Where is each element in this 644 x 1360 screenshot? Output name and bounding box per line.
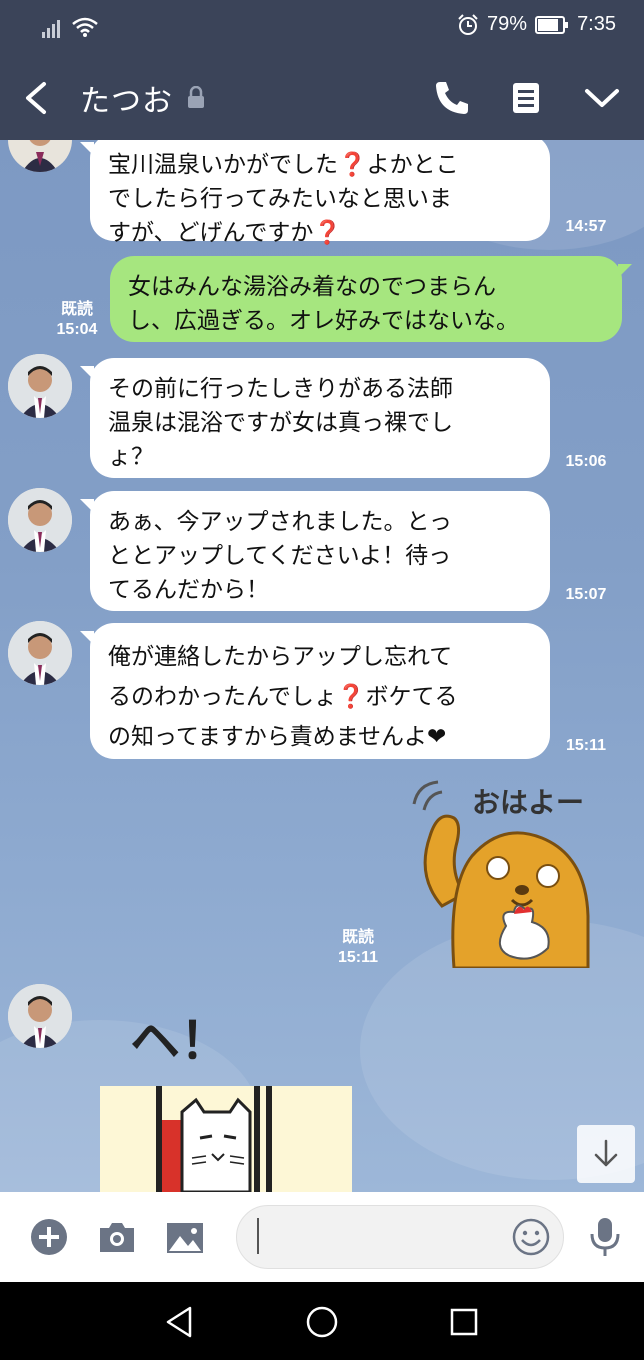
message-time: 15:11 (337, 949, 379, 966)
message-input-bar (0, 1192, 644, 1282)
sticker-received[interactable]: ヘ！ (100, 992, 352, 1192)
text-caret (257, 1218, 259, 1254)
back-triangle-icon[interactable] (160, 1302, 200, 1342)
wifi-icon (72, 17, 98, 37)
read-receipt: 既読 15:04 (52, 300, 102, 340)
motion-line (422, 790, 443, 811)
message-bubble-sent[interactable]: 女はみんな湯浴み着なのでつまらん し、広過ぎる。オレ好みではないな。 (110, 256, 632, 342)
read-label: 既読 (60, 301, 93, 318)
recents-square-icon[interactable] (444, 1302, 484, 1342)
signal-icon (42, 20, 60, 38)
status-left (42, 16, 98, 38)
sticker-eye (536, 864, 560, 888)
avatar[interactable] (8, 140, 72, 172)
avatar[interactable] (8, 621, 72, 685)
emoji-icon[interactable] (510, 1216, 552, 1258)
back-icon[interactable] (22, 80, 50, 116)
scroll-to-bottom-button[interactable] (577, 1125, 635, 1183)
battery-percent: 79% (487, 13, 528, 35)
door-frame (156, 1086, 162, 1192)
sticker-caption: ヘ！ (130, 1012, 230, 1070)
door-frame (254, 1086, 260, 1192)
status-bar: 79% 7:35 (0, 0, 644, 56)
message-time: 15:06 (565, 453, 607, 470)
chat-title[interactable]: たつお (80, 76, 173, 120)
arrow-down-icon (594, 1139, 618, 1167)
sticker-caption: おはよー (472, 786, 584, 819)
status-right: 79% 7:35 (457, 13, 616, 36)
read-label: 既読 (341, 929, 374, 946)
sticker-nose (515, 885, 529, 895)
sticker-sent[interactable]: おはよー (402, 776, 616, 968)
notes-icon[interactable] (506, 78, 546, 118)
battery-icon (535, 15, 569, 34)
image-icon[interactable] (164, 1216, 206, 1258)
read-receipt: 既読 15:11 (330, 928, 386, 968)
cat-face (180, 1097, 252, 1192)
camera-icon[interactable] (96, 1216, 138, 1258)
system-navigation-bar (0, 1282, 644, 1360)
chevron-down-icon[interactable] (582, 78, 622, 118)
sticker-eye (486, 856, 510, 880)
message-bubble-received[interactable]: 俺が連絡したからアップし忘れて るのわかったんでしょ❓ボケてる の知ってますから… (80, 623, 550, 759)
avatar[interactable] (8, 354, 72, 418)
avatar[interactable] (8, 984, 72, 1048)
message-bubble-received[interactable]: その前に行ったしきりがある法師 温泉は混浴ですが女は真っ裸でし ょ？ (80, 358, 550, 478)
clock: 7:35 (577, 13, 616, 35)
message-bubble-received[interactable]: あぁ、今アップされました。とっ ととアップしてくださいよ！待っ てるんだから！ (80, 491, 550, 611)
home-circle-icon[interactable] (302, 1302, 342, 1342)
message-time: 15:07 (565, 586, 607, 603)
phone-icon[interactable] (432, 78, 472, 118)
chat-area[interactable]: 宝川温泉いかがでした❓よかとこ でしたら行ってみたいなと思いま すが、どげんです… (0, 140, 644, 1192)
message-time: 15:11 (565, 737, 607, 754)
message-time: 15:04 (56, 321, 98, 338)
message-time: 14:57 (565, 218, 607, 235)
door-frame (266, 1086, 272, 1192)
avatar[interactable] (8, 488, 72, 552)
lock-icon (188, 86, 204, 108)
plus-icon[interactable] (28, 1216, 70, 1258)
alarm-icon (458, 13, 478, 35)
mic-icon[interactable] (584, 1216, 626, 1258)
chat-header: たつお (0, 56, 644, 140)
cat-scarf (162, 1120, 182, 1192)
message-bubble-received[interactable]: 宝川温泉いかがでした❓よかとこ でしたら行ってみたいなと思いま すが、どげんです… (80, 140, 550, 246)
